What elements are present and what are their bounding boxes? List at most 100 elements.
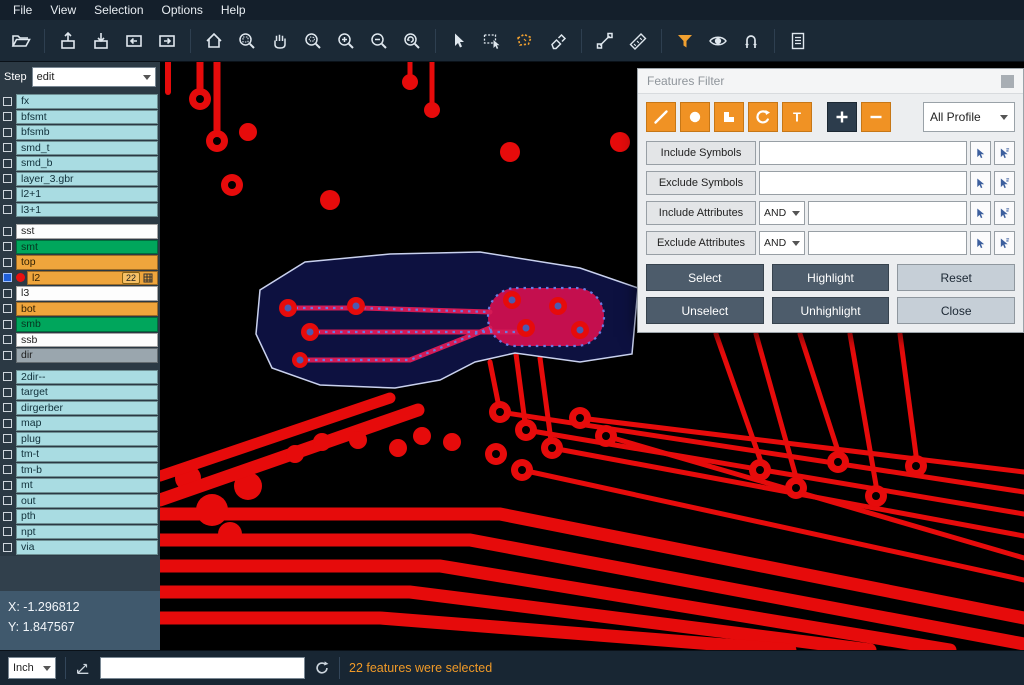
include-symbols-button[interactable]: Include Symbols	[646, 141, 756, 165]
pick-attribute-list-icon[interactable]	[994, 201, 1015, 225]
layer-row-bfsmb[interactable]: bfsmb	[0, 125, 160, 140]
dialog-title-bar[interactable]: Features Filter	[638, 69, 1023, 94]
layer-color-bar[interactable]: 2dir--	[16, 370, 158, 385]
layer-row-target[interactable]: target	[0, 385, 160, 400]
layer-color-bar[interactable]: l2+1	[16, 187, 158, 202]
layer-color-bar[interactable]: dirgerber	[16, 401, 158, 416]
pad-tool-icon[interactable]	[680, 102, 710, 132]
layer-visibility-checkbox[interactable]	[3, 258, 12, 267]
layer-color-bar[interactable]: l222	[27, 271, 158, 286]
profile-select[interactable]: All Profile	[923, 102, 1015, 132]
refresh-icon[interactable]	[314, 660, 330, 676]
exclude-attributes-operator-select[interactable]: AND	[759, 231, 805, 255]
command-input[interactable]	[100, 657, 305, 679]
menu-options[interactable]: Options	[153, 1, 212, 19]
layer-color-bar[interactable]: ssb	[16, 333, 158, 348]
layer-color-bar[interactable]: layer_3.gbr	[16, 172, 158, 187]
layer-visibility-checkbox[interactable]	[3, 143, 12, 152]
layer-visibility-checkbox[interactable]	[3, 112, 12, 121]
layer-visibility-checkbox[interactable]	[3, 388, 12, 397]
layer-row-smd_t[interactable]: smd_t	[0, 141, 160, 156]
exclude-symbols-button[interactable]: Exclude Symbols	[646, 171, 756, 195]
layer-row-dir[interactable]: dir	[0, 348, 160, 363]
view-options-icon[interactable]	[703, 26, 733, 56]
layer-color-bar[interactable]: map	[16, 416, 158, 431]
surface-tool-icon[interactable]	[714, 102, 744, 132]
include-attributes-button[interactable]: Include Attributes	[646, 201, 756, 225]
measure-ruler-icon[interactable]	[623, 26, 653, 56]
dialog-close-button[interactable]	[1001, 75, 1014, 88]
layer-color-bar[interactable]: dir	[16, 348, 158, 363]
close-button[interactable]: Close	[897, 297, 1015, 324]
zoom-in-icon[interactable]	[331, 26, 361, 56]
layer-visibility-checkbox[interactable]	[3, 450, 12, 459]
layer-row-npt[interactable]: npt	[0, 525, 160, 540]
line-tool-icon[interactable]	[646, 102, 676, 132]
layer-visibility-checkbox[interactable]	[3, 289, 12, 298]
zoom-polygon-icon[interactable]	[298, 26, 328, 56]
layer-color-bar[interactable]: sst	[16, 224, 158, 239]
layer-row-mt[interactable]: mt	[0, 478, 160, 493]
layer-row-tm-b[interactable]: tm-b	[0, 463, 160, 478]
pcb-canvas[interactable]: Features Filter T All Profile	[160, 62, 1024, 650]
layer-row-l2[interactable]: l222	[0, 271, 160, 286]
layer-visibility-checkbox[interactable]	[3, 128, 12, 137]
layer-visibility-checkbox[interactable]	[3, 481, 12, 490]
angle-measure-icon[interactable]	[75, 660, 91, 676]
layer-visibility-checkbox[interactable]	[3, 465, 12, 474]
pick-symbol-list-icon[interactable]	[994, 141, 1015, 165]
reset-button[interactable]: Reset	[897, 264, 1015, 291]
step-select[interactable]: edit	[32, 67, 156, 87]
layer-visibility-checkbox[interactable]	[3, 273, 12, 282]
pick-symbol-icon[interactable]	[970, 171, 991, 195]
layer-visibility-checkbox[interactable]	[3, 351, 12, 360]
previous-step-icon[interactable]	[119, 26, 149, 56]
home-view-icon[interactable]	[199, 26, 229, 56]
add-filter-icon[interactable]	[827, 102, 857, 132]
menu-help[interactable]: Help	[212, 1, 255, 19]
layer-row-tm-t[interactable]: tm-t	[0, 447, 160, 462]
pan-icon[interactable]	[265, 26, 295, 56]
layer-color-bar[interactable]: smd_b	[16, 156, 158, 171]
layer-row-smd_b[interactable]: smd_b	[0, 156, 160, 171]
zoom-window-icon[interactable]	[232, 26, 262, 56]
exclude-symbols-input[interactable]	[759, 171, 967, 195]
layer-color-bar[interactable]: target	[16, 385, 158, 400]
layer-color-bar[interactable]: top	[16, 255, 158, 270]
layer-color-bar[interactable]: l3+1	[16, 203, 158, 218]
layer-visibility-checkbox[interactable]	[3, 190, 12, 199]
snap-icon[interactable]	[736, 26, 766, 56]
layer-row-layer_3.gbr[interactable]: layer_3.gbr	[0, 172, 160, 187]
layer-color-bar[interactable]: tm-b	[16, 463, 158, 478]
unselect-button[interactable]: Unselect	[646, 297, 764, 324]
pick-attribute-icon[interactable]	[970, 201, 991, 225]
layer-color-bar[interactable]: via	[16, 540, 158, 555]
measure-line-icon[interactable]	[590, 26, 620, 56]
features-filter-icon[interactable]	[670, 26, 700, 56]
layer-visibility-checkbox[interactable]	[3, 419, 12, 428]
pick-symbol-icon[interactable]	[970, 141, 991, 165]
layer-visibility-checkbox[interactable]	[3, 527, 12, 536]
layer-visibility-checkbox[interactable]	[3, 159, 12, 168]
layer-row-smb[interactable]: smb	[0, 317, 160, 332]
layer-row-out[interactable]: out	[0, 494, 160, 509]
layer-visibility-checkbox[interactable]	[3, 403, 12, 412]
include-attributes-input[interactable]	[808, 201, 967, 225]
exclude-attributes-button[interactable]: Exclude Attributes	[646, 231, 756, 255]
layer-row-top[interactable]: top	[0, 255, 160, 270]
layer-row-plug[interactable]: plug	[0, 432, 160, 447]
layer-color-bar[interactable]: l3	[16, 286, 158, 301]
select-polygon-icon[interactable]	[510, 26, 540, 56]
layer-color-bar[interactable]: pth	[16, 509, 158, 524]
clear-selection-icon[interactable]	[543, 26, 573, 56]
pick-symbol-list-icon[interactable]	[994, 171, 1015, 195]
report-icon[interactable]	[783, 26, 813, 56]
layer-row-l3[interactable]: l3	[0, 286, 160, 301]
layer-row-pth[interactable]: pth	[0, 509, 160, 524]
pick-attribute-icon[interactable]	[970, 231, 991, 255]
select-button[interactable]: Select	[646, 264, 764, 291]
layer-color-bar[interactable]: bfsmt	[16, 110, 158, 125]
unhighlight-button[interactable]: Unhighlight	[772, 297, 890, 324]
layer-color-bar[interactable]: mt	[16, 478, 158, 493]
layer-row-via[interactable]: via	[0, 540, 160, 555]
